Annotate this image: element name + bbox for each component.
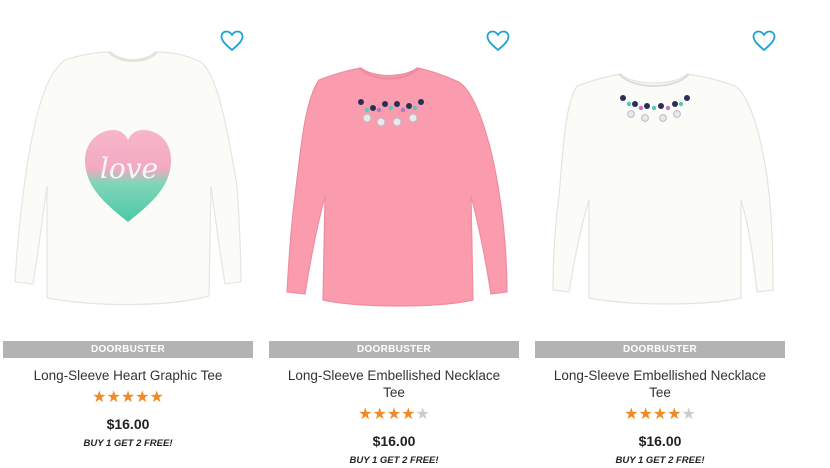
- doorbuster-badge: DOORBUSTER: [535, 341, 785, 358]
- star-icon: ★: [386, 406, 402, 423]
- star-icon: ★: [624, 406, 639, 423]
- product-price: $16.00: [638, 433, 682, 449]
- star-icon: ★: [106, 389, 121, 406]
- love-graphic-text: love: [100, 152, 158, 185]
- doorbuster-badge: DOORBUSTER: [269, 341, 519, 358]
- star-icon: ★: [135, 389, 150, 406]
- rating-stars: ★★★★★: [3, 390, 253, 406]
- product-card[interactable]: love DOORBUSTER Long-Sleeve Heart Graphi…: [3, 0, 253, 468]
- product-name[interactable]: Long-Sleeve Heart Graphic Tee: [13, 367, 243, 384]
- star-icon: ★: [401, 406, 416, 423]
- star-half-icon: ★: [415, 406, 430, 423]
- product-price: $16.00: [372, 433, 416, 449]
- star-icon: ★: [638, 406, 653, 423]
- promo-text: BUY 1 GET 2 FREE!: [615, 455, 705, 466]
- product-price: $16.00: [106, 416, 150, 432]
- star-icon: ★: [358, 406, 373, 423]
- product-image[interactable]: [535, 46, 785, 316]
- product-card[interactable]: DOORBUSTER Long-Sleeve Embellished Neckl…: [535, 0, 785, 468]
- rating-stars: ★★★★★: [535, 407, 785, 423]
- star-icon: ★: [372, 406, 387, 423]
- promo-text: BUY 1 GET 2 FREE!: [349, 455, 439, 466]
- product-image[interactable]: [269, 46, 519, 316]
- product-name[interactable]: Long-Sleeve Embellished Necklace Tee: [545, 367, 775, 401]
- shirt-shape: [552, 73, 774, 305]
- star-icon: ★: [92, 389, 107, 406]
- doorbuster-badge: DOORBUSTER: [3, 341, 253, 358]
- star-half-icon: ★: [681, 406, 696, 423]
- product-image[interactable]: love: [3, 46, 253, 316]
- product-name[interactable]: Long-Sleeve Embellished Necklace Tee: [279, 367, 509, 401]
- star-icon: ★: [120, 389, 136, 406]
- rating-stars: ★★★★★: [269, 407, 519, 423]
- product-card[interactable]: DOORBUSTER Long-Sleeve Embellished Neckl…: [269, 0, 519, 468]
- star-icon: ★: [667, 406, 682, 423]
- promo-text: BUY 1 GET 2 FREE!: [83, 438, 173, 449]
- star-icon: ★: [652, 406, 668, 423]
- star-icon: ★: [149, 389, 164, 406]
